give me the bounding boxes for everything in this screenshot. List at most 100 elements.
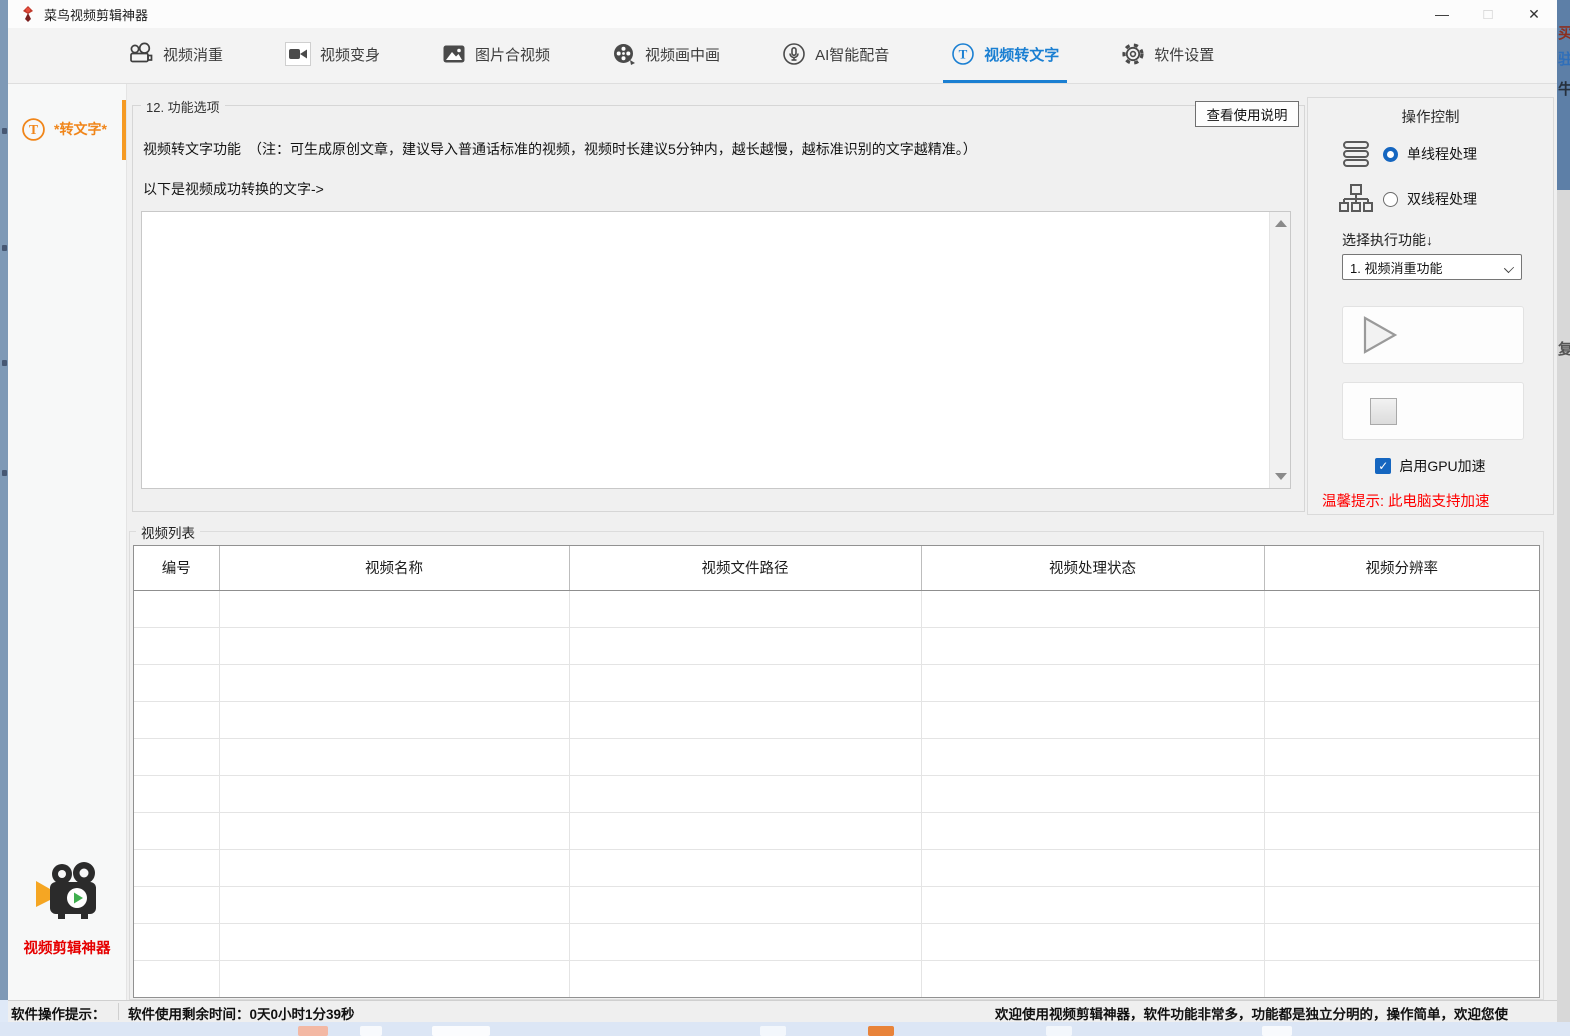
title-bar: 菜鸟视频剪辑神器 — □ ✕ xyxy=(8,0,1557,28)
table-cell xyxy=(134,960,219,997)
table-cell xyxy=(219,923,569,960)
function-options-title: 12. 功能选项 xyxy=(141,97,225,116)
taskbar-icon xyxy=(360,1026,382,1036)
table-cell xyxy=(569,775,921,812)
tree-icon xyxy=(1338,182,1374,216)
table-row[interactable] xyxy=(134,960,1539,997)
scroll-up-icon[interactable] xyxy=(1275,220,1287,227)
view-instructions-button[interactable]: 查看使用说明 xyxy=(1195,101,1299,127)
function-select[interactable]: 1. 视频消重功能 xyxy=(1342,254,1522,280)
table-cell xyxy=(134,590,219,627)
scroll-down-icon[interactable] xyxy=(1275,473,1287,480)
gpu-checkbox[interactable]: ✓ xyxy=(1375,458,1391,474)
double-thread-option[interactable]: 双线程处理 xyxy=(1338,182,1477,216)
window-title: 菜鸟视频剪辑神器 xyxy=(44,5,148,24)
table-cell xyxy=(569,701,921,738)
table-cell xyxy=(569,812,921,849)
function-description: 视频转文字功能 （注：可生成原创文章，建议导入普通话标准的视频，视频时长建议5分… xyxy=(143,139,977,159)
table-cell xyxy=(134,886,219,923)
maximize-button[interactable]: □ xyxy=(1465,0,1511,28)
table-cell xyxy=(569,923,921,960)
table-row[interactable] xyxy=(134,886,1539,923)
table-row[interactable] xyxy=(134,812,1539,849)
table-cell xyxy=(219,849,569,886)
taskbar-icon xyxy=(868,1026,894,1036)
letter-t-icon: T xyxy=(951,42,975,66)
video-table[interactable]: 编号 视频名称 视频文件路径 视频处理状态 视频分辨率 xyxy=(133,545,1540,998)
table-cell xyxy=(921,923,1264,960)
table-cell xyxy=(134,812,219,849)
taskbar-icon xyxy=(1046,1026,1072,1036)
welcome-text: 欢迎使用视频剪辑神器，软件功能非常多，功能都是独立分明的，操作简单，欢迎您使 xyxy=(995,1003,1508,1023)
table-row[interactable] xyxy=(134,627,1539,664)
table-row[interactable] xyxy=(134,590,1539,627)
column-header-name[interactable]: 视频名称 xyxy=(219,546,569,590)
sidebar: T *转文字* 视频剪辑神器 xyxy=(8,84,127,1000)
stop-button[interactable] xyxy=(1342,382,1524,440)
table-cell xyxy=(219,701,569,738)
table-cell xyxy=(1264,664,1539,701)
tab-video-dedup[interactable]: 视频消重 xyxy=(120,28,231,83)
tab-label: 视频画中画 xyxy=(645,44,720,65)
table-row[interactable] xyxy=(134,701,1539,738)
table-cell xyxy=(1264,960,1539,997)
table-row[interactable] xyxy=(134,923,1539,960)
app-window: 菜鸟视频剪辑神器 — □ ✕ 视频消重 xyxy=(8,0,1557,1022)
column-header-index[interactable]: 编号 xyxy=(134,546,219,590)
table-cell xyxy=(134,849,219,886)
taskbar-icon xyxy=(760,1026,786,1036)
single-thread-radio[interactable] xyxy=(1383,147,1398,162)
movie-camera-logo-icon xyxy=(32,862,102,924)
double-thread-radio[interactable] xyxy=(1383,192,1398,207)
sidebar-item-to-text[interactable]: T *转文字* xyxy=(8,98,126,160)
gpu-accel-option[interactable]: ✓ 启用GPU加速 xyxy=(1308,456,1553,476)
tab-video-transform[interactable]: 视频变身 xyxy=(277,28,388,83)
table-cell xyxy=(921,664,1264,701)
stop-icon xyxy=(1370,398,1397,425)
sidebar-logo: 视频剪辑神器 xyxy=(8,862,126,958)
column-header-path[interactable]: 视频文件路径 xyxy=(569,546,921,590)
table-cell xyxy=(1264,738,1539,775)
svg-text:T: T xyxy=(29,122,38,137)
movie-camera-icon xyxy=(128,42,154,66)
result-label: 以下是视频成功转换的文字-> xyxy=(143,179,324,199)
function-select-value: 1. 视频消重功能 xyxy=(1350,258,1442,277)
column-header-resolution[interactable]: 视频分辨率 xyxy=(1264,546,1539,590)
taskbar-icon xyxy=(298,1026,328,1036)
transcript-textarea[interactable] xyxy=(141,211,1291,489)
table-cell xyxy=(921,590,1264,627)
single-thread-label: 单线程处理 xyxy=(1407,144,1477,164)
single-thread-option[interactable]: 单线程处理 xyxy=(1338,138,1477,170)
table-row[interactable] xyxy=(134,849,1539,886)
background-window-left-sliver xyxy=(0,0,8,1000)
remaining-time-text: 软件使用剩余时间：0天0小时1分39秒 xyxy=(128,1003,355,1023)
tab-label: 图片合视频 xyxy=(475,44,550,65)
tab-picture-in-picture[interactable]: 视频画中画 xyxy=(604,28,728,83)
table-cell xyxy=(134,627,219,664)
background-glyph xyxy=(2,245,7,251)
tab-settings[interactable]: 软件设置 xyxy=(1113,28,1222,83)
table-row[interactable] xyxy=(134,664,1539,701)
background-window-right-sliver: 买 驻 牛 复 xyxy=(1557,0,1570,1022)
tab-bar: 视频消重 视频变身 图片合视频 xyxy=(8,28,1557,84)
operation-control-panel: 操作控制 单线程处理 xyxy=(1307,97,1554,515)
table-cell xyxy=(921,886,1264,923)
tab-video-to-text[interactable]: T 视频转文字 xyxy=(943,28,1067,83)
table-cell xyxy=(219,664,569,701)
background-glyph: 牛 xyxy=(1558,78,1570,99)
table-row[interactable] xyxy=(134,775,1539,812)
tab-ai-dubbing[interactable]: AI智能配音 xyxy=(774,28,897,83)
tab-image-to-video[interactable]: 图片合视频 xyxy=(434,28,558,83)
select-function-label: 选择执行功能↓ xyxy=(1342,230,1433,250)
close-button[interactable]: ✕ xyxy=(1511,0,1557,28)
textarea-scrollbar[interactable] xyxy=(1269,212,1290,488)
column-header-status[interactable]: 视频处理状态 xyxy=(921,546,1264,590)
tab-label: 视频变身 xyxy=(320,44,380,65)
minimize-button[interactable]: — xyxy=(1419,0,1465,28)
function-options-group: 12. 功能选项 视频转文字功能 （注：可生成原创文章，建议导入普通话标准的视频… xyxy=(132,105,1305,512)
taskbar-icon xyxy=(1262,1026,1292,1036)
start-button[interactable] xyxy=(1342,306,1524,364)
table-cell xyxy=(219,775,569,812)
table-cell xyxy=(134,923,219,960)
table-row[interactable] xyxy=(134,738,1539,775)
